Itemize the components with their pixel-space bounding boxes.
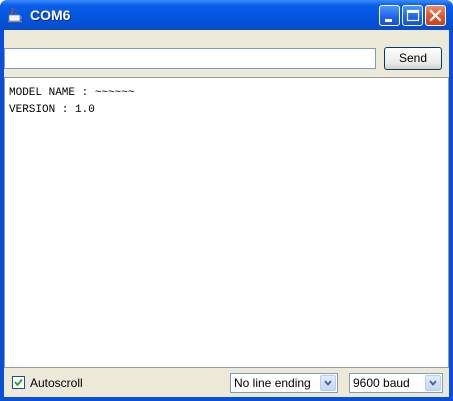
maximize-icon bbox=[406, 9, 420, 22]
serial-monitor-window: COM6 Send MODEL NAME : ~~~~~~ VERSION : … bbox=[0, 0, 453, 401]
status-bar: Autoscroll No line ending 9600 baud bbox=[4, 368, 449, 397]
close-button[interactable] bbox=[425, 5, 446, 26]
serial-output[interactable]: MODEL NAME : ~~~~~~ VERSION : 1.0 bbox=[4, 77, 449, 368]
baud-rate-value: 9600 baud bbox=[353, 376, 410, 390]
output-line: VERSION : 1.0 bbox=[9, 104, 95, 116]
client-area: Send MODEL NAME : ~~~~~~ VERSION : 1.0 A… bbox=[4, 30, 449, 397]
output-line: MODEL NAME : ~~~~~~ bbox=[9, 87, 135, 99]
send-button[interactable]: Send bbox=[384, 47, 442, 70]
title-bar[interactable]: COM6 bbox=[0, 0, 453, 30]
checkmark-icon bbox=[14, 378, 23, 387]
maximize-button[interactable] bbox=[402, 5, 423, 26]
line-ending-value: No line ending bbox=[234, 376, 311, 390]
chevron-down-icon[interactable] bbox=[320, 375, 336, 391]
close-icon bbox=[429, 9, 442, 22]
autoscroll-label: Autoscroll bbox=[30, 376, 83, 390]
minimize-button[interactable] bbox=[379, 5, 400, 26]
chevron-down-icon[interactable] bbox=[425, 375, 441, 391]
line-ending-select[interactable]: No line ending bbox=[230, 373, 338, 393]
window-title: COM6 bbox=[30, 7, 71, 23]
java-cup-icon bbox=[7, 6, 24, 23]
minimize-icon bbox=[385, 19, 392, 22]
autoscroll-checkbox[interactable] bbox=[12, 376, 25, 389]
serial-input[interactable] bbox=[4, 48, 376, 69]
baud-rate-select[interactable]: 9600 baud bbox=[349, 373, 443, 393]
